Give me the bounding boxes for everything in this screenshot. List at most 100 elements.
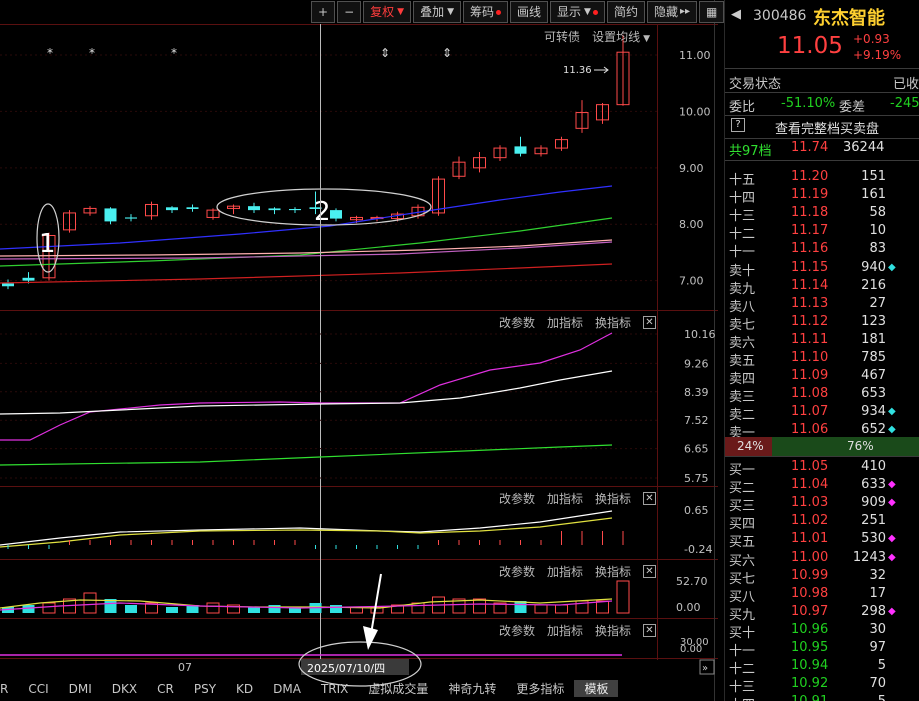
sub1-close-icon[interactable]: ✕: [643, 316, 656, 329]
sub1-y-tick: 5.75: [684, 472, 709, 485]
sub3-change-param-button[interactable]: 改参数: [499, 563, 535, 580]
expand-icon: ▸▸: [680, 6, 691, 17]
indicator-tab-bar: R CCI DMI DKX CR PSY KD DMA TRIX 虚拟成交量 神奇九转 更多指标 模板: [0, 676, 718, 701]
signal-marker: ⇕: [442, 46, 452, 60]
grid-layout-button[interactable]: ▦: [699, 1, 725, 23]
level-price: 10.99: [791, 567, 829, 583]
question-icon: ?: [731, 118, 745, 132]
level-price: 11.14: [791, 277, 829, 293]
level-price: 11.06: [791, 422, 829, 438]
sub4-y-tick: 0.00: [680, 644, 702, 655]
draw-line-button[interactable]: 画线: [510, 1, 549, 23]
sub1-controls: 改参数 加指标 换指标 ✕: [499, 314, 656, 331]
prev-stock-icon[interactable]: ◀: [731, 7, 741, 22]
signal-marker: ⇕: [380, 46, 390, 60]
kline-chart-canvas[interactable]: 11.00 10.00 9.00 8.00 7.00 * * * ⇕ ⇕ 11.36 1 2 10.16 9…: [0, 0, 718, 701]
display-button[interactable]: 显示 ▼: [550, 1, 605, 23]
indicator-tab[interactable]: DMI: [59, 682, 102, 696]
indicator-tab[interactable]: 模板: [574, 680, 619, 697]
level-price: 11.17: [791, 223, 829, 239]
sub3-y-tick: 52.70: [676, 575, 708, 588]
candle-body: [166, 207, 178, 211]
overlay-button[interactable]: 叠加 ▼: [413, 1, 461, 23]
chevron-down-icon: ▼: [584, 7, 591, 17]
volume-bar: [555, 604, 568, 614]
zoom-out-button[interactable]: −: [337, 1, 362, 23]
kline-chart-area[interactable]: 11.00 10.00 9.00 8.00 7.00 * * * ⇕ ⇕ 11.36 1 2 10.16 9…: [0, 0, 725, 701]
sub3-add-indicator-button[interactable]: 加指标: [547, 563, 583, 580]
levels-volume: 36244: [843, 140, 885, 155]
main-panel-controls: 可转债 设置均线 ▼: [544, 28, 650, 45]
candle-body: [22, 277, 35, 281]
indicator-tab[interactable]: 更多指标: [506, 680, 574, 697]
level-volume: 785: [861, 350, 886, 365]
indicator-tab[interactable]: PSY: [184, 682, 226, 696]
annotation-label-1: 1: [39, 229, 56, 259]
sub4-add-indicator-button[interactable]: 加指标: [547, 622, 583, 639]
level-volume: 27: [869, 295, 886, 311]
candle-body: [289, 208, 301, 211]
level-volume: 161: [861, 187, 886, 203]
sub4-switch-indicator-button[interactable]: 换指标: [595, 622, 631, 639]
level-label: 十四: [729, 694, 755, 701]
sub2-y-tick: -0.24: [684, 543, 712, 556]
hide-button[interactable]: 隐藏 ▸▸: [646, 1, 698, 23]
level-volume: 216: [861, 277, 886, 293]
volume-bar: [330, 605, 342, 613]
full-book-button[interactable]: ? 查看完整档买卖盘: [725, 116, 919, 137]
sub1-add-indicator-button[interactable]: 加指标: [547, 314, 583, 331]
volume-bar: [22, 605, 35, 613]
indicator-tab[interactable]: TRIX: [311, 682, 358, 696]
volume-bar: [83, 592, 97, 614]
indicator-tab[interactable]: R: [0, 682, 18, 696]
level-price: 11.18: [791, 205, 829, 221]
sub4-close-icon[interactable]: ✕: [643, 624, 656, 637]
indicator-tab[interactable]: CCI: [18, 682, 58, 696]
sub3-controls: 改参数 加指标 换指标 ✕: [499, 563, 656, 580]
level-price: 10.98: [791, 585, 829, 601]
order-change-icon: ◆: [888, 424, 896, 436]
indicator-tab[interactable]: KD: [226, 682, 263, 696]
sub1-switch-indicator-button[interactable]: 换指标: [595, 314, 631, 331]
ma-line-blue: [0, 185, 613, 250]
indicator-tab[interactable]: DMA: [263, 682, 311, 696]
simple-mode-button[interactable]: 简约: [606, 1, 645, 23]
price-change-pct: +9.19%: [853, 48, 902, 62]
sub2-add-indicator-button[interactable]: 加指标: [547, 490, 583, 507]
indicator-tab[interactable]: CR: [147, 682, 184, 696]
indicator-tab[interactable]: 虚拟成交量: [358, 680, 438, 697]
indicator-tab[interactable]: DKX: [102, 682, 147, 696]
last-price: 11.05: [777, 33, 843, 59]
sub2-change-param-button[interactable]: 改参数: [499, 490, 535, 507]
weibi-label: 委比: [729, 100, 756, 115]
level-price: 10.92: [791, 676, 829, 692]
level-price: 11.09: [791, 368, 829, 384]
sub2-controls: 改参数 加指标 换指标 ✕: [499, 490, 656, 507]
level-price: 11.01: [791, 531, 829, 547]
sub4-change-param-button[interactable]: 改参数: [499, 622, 535, 639]
level-volume: 652: [861, 422, 886, 438]
sub3-switch-indicator-button[interactable]: 换指标: [595, 563, 631, 580]
convertible-bond-link[interactable]: 可转债: [544, 28, 580, 45]
sub1-change-param-button[interactable]: 改参数: [499, 314, 535, 331]
sub2-switch-indicator-button[interactable]: 换指标: [595, 490, 631, 507]
order-change-icon: ◆: [888, 261, 896, 273]
overlay-label: 叠加: [420, 5, 445, 19]
level-volume: 1243: [852, 549, 886, 565]
chips-button[interactable]: 筹码: [463, 1, 509, 23]
volume-bar: [473, 598, 486, 614]
y-tick-label: 10.00: [679, 105, 711, 118]
ma-setting-button[interactable]: 设置均线 ▼: [592, 28, 650, 45]
indicator-tab[interactable]: 神奇九转: [438, 680, 506, 697]
level-volume: 151: [861, 169, 886, 184]
candle-body: [2, 283, 14, 287]
sub2-close-icon[interactable]: ✕: [643, 492, 656, 505]
sub1-line-white: [0, 370, 613, 415]
bids-level-row[interactable]: 十四 10.91 5: [725, 691, 919, 701]
level-price: 10.97: [791, 603, 829, 619]
zoom-in-button[interactable]: +: [311, 1, 336, 23]
level-price: 11.03: [791, 495, 829, 511]
sub3-close-icon[interactable]: ✕: [643, 565, 656, 578]
fuquan-button[interactable]: 复权 ▼: [363, 1, 412, 23]
sub1-y-tick: 9.26: [684, 357, 709, 370]
